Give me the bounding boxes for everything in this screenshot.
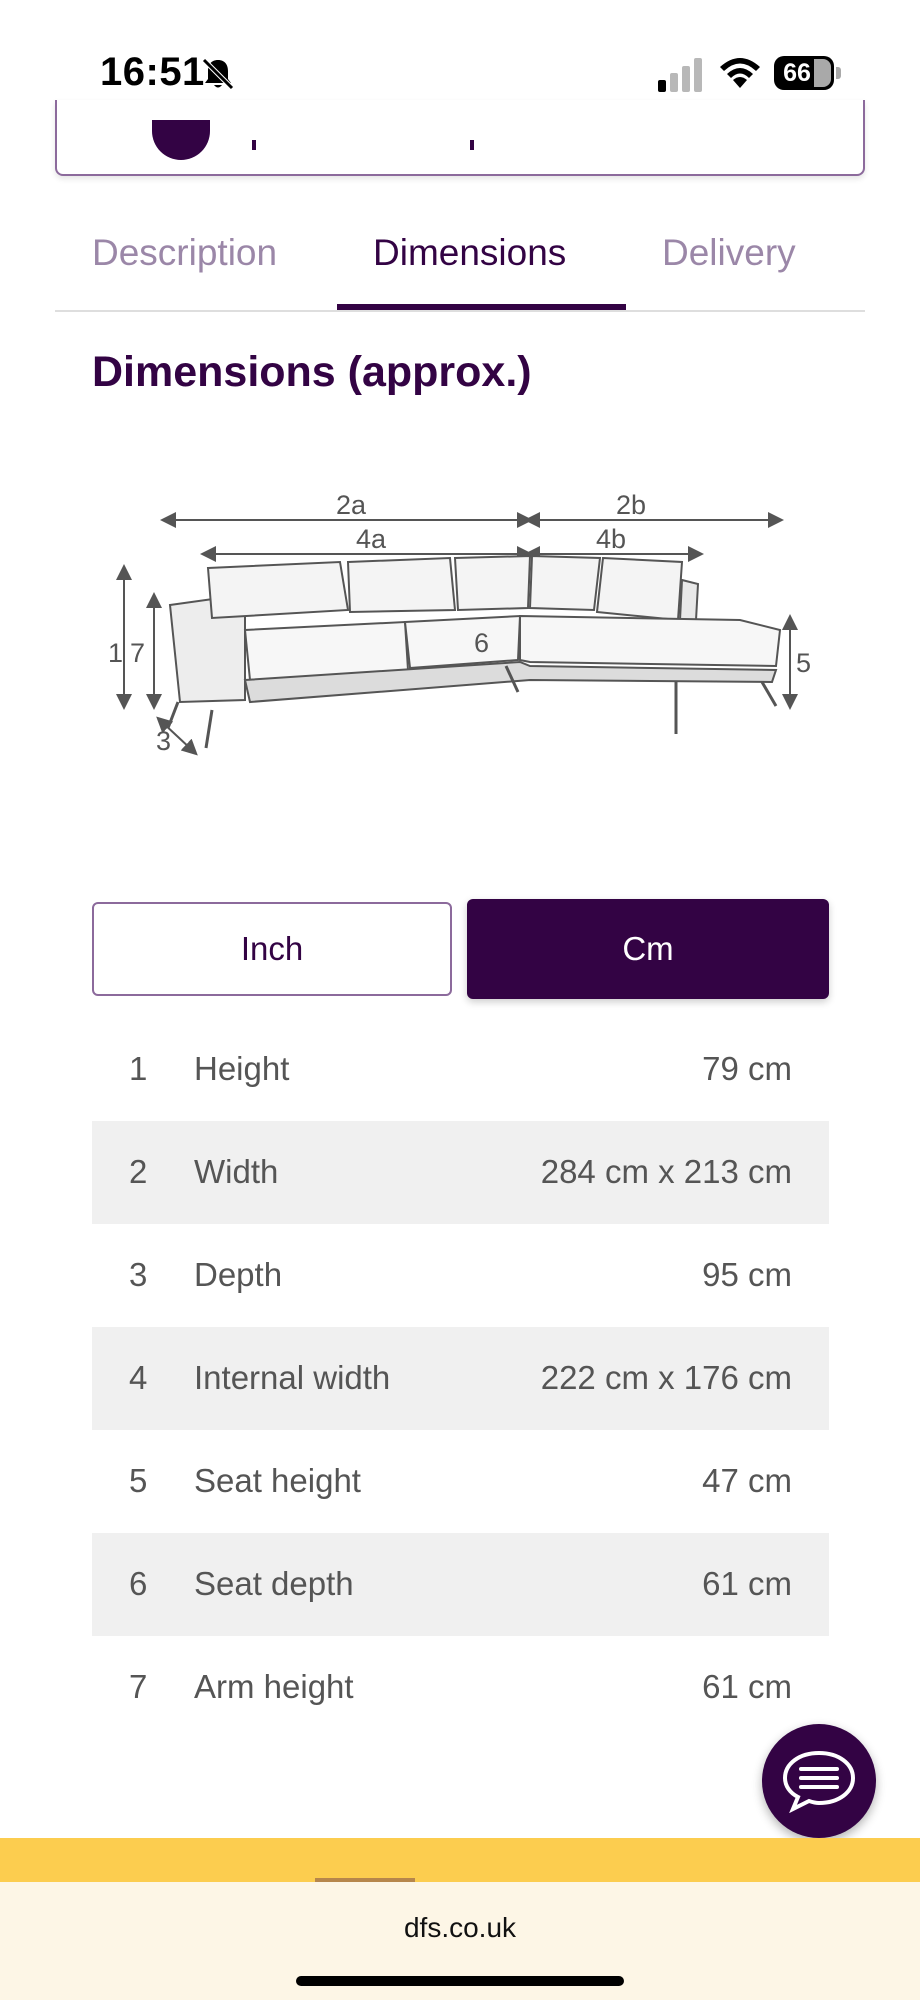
row-value: 47 cm xyxy=(702,1462,792,1499)
row-value: 61 cm xyxy=(702,1565,792,1602)
table-row: 7 Arm height 61 cm xyxy=(92,1636,829,1739)
diagram-label-2b: 2b xyxy=(616,490,646,520)
sofa-dimensions-diagram: 2a 2b 4a 4b 1 7 6 5 3 xyxy=(100,470,820,770)
previous-card xyxy=(55,100,865,176)
row-value: 61 cm xyxy=(702,1668,792,1705)
diagram-label-2a: 2a xyxy=(336,490,367,520)
row-value: 284 cm x 213 cm xyxy=(540,1153,792,1190)
table-row: 6 Seat depth 61 cm xyxy=(92,1533,829,1636)
row-number: 2 xyxy=(129,1153,148,1190)
chat-bubble-icon xyxy=(782,1750,856,1813)
table-row: 2 Width 284 cm x 213 cm xyxy=(92,1121,829,1224)
row-label: Width xyxy=(194,1153,279,1190)
cellular-signal-icon xyxy=(658,58,702,92)
table-row: 1 Height 79 cm xyxy=(92,1018,829,1121)
row-number: 4 xyxy=(129,1359,148,1396)
bell-muted-icon xyxy=(202,58,234,90)
row-label: Internal width xyxy=(194,1359,391,1396)
inch-unit-button[interactable]: Inch xyxy=(92,902,452,996)
sofa-diagram-image: 2a 2b 4a 4b 1 7 6 5 3 xyxy=(108,490,811,756)
row-label: Depth xyxy=(194,1256,283,1293)
row-number: 1 xyxy=(129,1050,148,1087)
table-row: 3 Depth 95 cm xyxy=(92,1224,829,1327)
diagram-label-4b: 4b xyxy=(596,524,626,554)
diagram-label-6: 6 xyxy=(474,628,489,658)
row-label: Seat depth xyxy=(194,1565,354,1602)
row-number: 3 xyxy=(129,1256,148,1293)
tab-description[interactable]: Description xyxy=(92,232,277,274)
row-value: 79 cm xyxy=(702,1050,792,1087)
url-text: dfs.co.uk xyxy=(403,1912,517,1943)
page-title: Dimensions (approx.) xyxy=(92,348,532,396)
product-tabs: Description Dimensions Delivery xyxy=(55,220,865,312)
card-icon xyxy=(152,120,210,160)
battery-percent: 66 xyxy=(783,59,811,87)
battery-indicator: 66 xyxy=(774,56,841,90)
diagram-label-3: 3 xyxy=(156,726,171,756)
footer-banner xyxy=(0,1838,920,1882)
row-number: 6 xyxy=(129,1565,148,1602)
wifi-icon xyxy=(720,58,760,88)
row-label: Arm height xyxy=(194,1668,354,1705)
home-indicator xyxy=(296,1976,624,1986)
row-label: Seat height xyxy=(194,1462,361,1499)
row-value: 95 cm xyxy=(702,1256,792,1293)
row-number: 7 xyxy=(129,1668,148,1705)
tab-delivery[interactable]: Delivery xyxy=(662,232,796,274)
status-time: 16:51 xyxy=(100,50,205,94)
browser-address-bar[interactable]: dfs.co.uk xyxy=(0,1882,920,2000)
table-row: 4 Internal width 222 cm x 176 cm xyxy=(92,1327,829,1430)
row-label: Height xyxy=(194,1050,290,1087)
dimensions-table: 1 Height 79 cm 2 Width 284 cm x 213 cm 3… xyxy=(92,1018,829,1739)
tab-dimensions[interactable]: Dimensions xyxy=(373,232,566,274)
cm-unit-button[interactable]: Cm xyxy=(467,899,829,999)
chat-button[interactable] xyxy=(762,1724,876,1838)
row-value: 222 cm x 176 cm xyxy=(540,1359,792,1396)
active-tab-indicator xyxy=(337,304,626,310)
diagram-label-7: 7 xyxy=(130,638,145,668)
diagram-label-4a: 4a xyxy=(356,524,387,554)
table-row: 5 Seat height 47 cm xyxy=(92,1430,829,1533)
diagram-label-5: 5 xyxy=(796,648,811,678)
row-number: 5 xyxy=(129,1462,148,1499)
diagram-label-1: 1 xyxy=(108,638,123,668)
